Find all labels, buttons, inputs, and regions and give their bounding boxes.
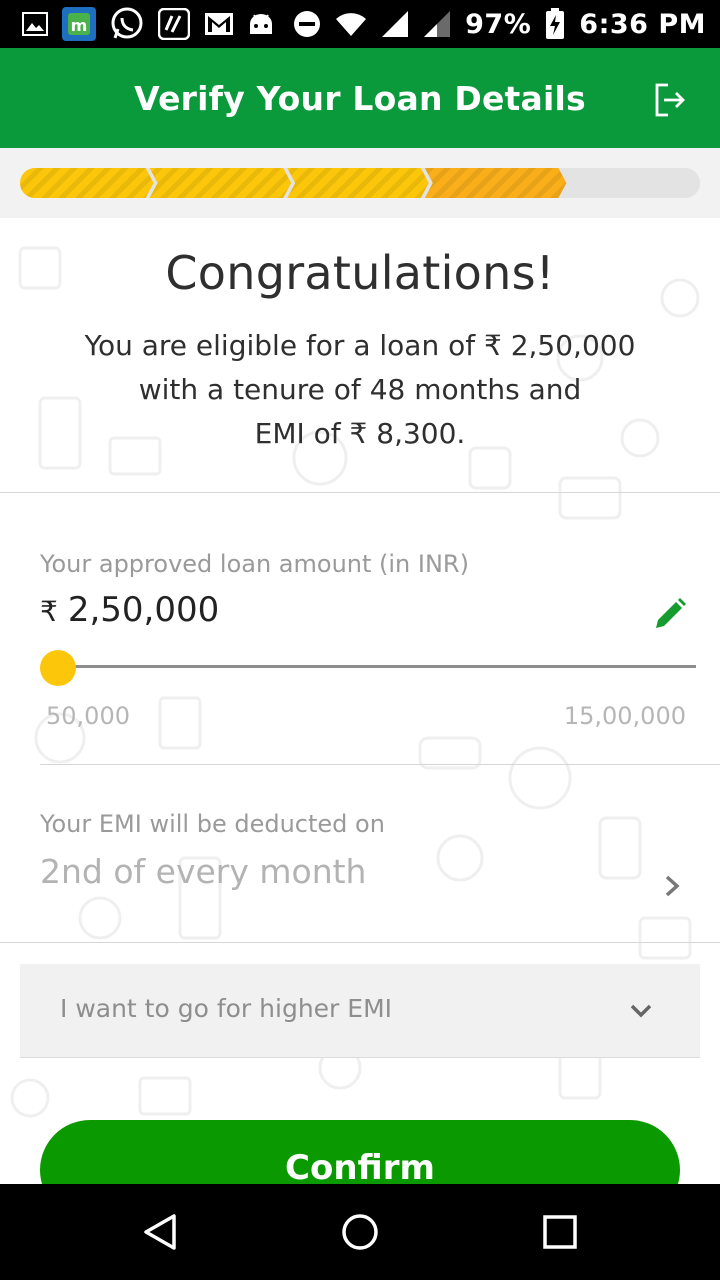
clock: 6:36 PM <box>579 8 706 40</box>
progress-steps <box>20 168 700 198</box>
main-content: Congratulations! You are eligible for a … <box>0 218 720 1184</box>
emi-date-value: 2nd of every month <box>40 852 367 891</box>
loan-amount-number: 2,50,000 <box>67 590 220 630</box>
signal-icon <box>381 10 409 38</box>
progress-step-5 <box>562 168 700 198</box>
loan-amount-value: ₹2,50,000 <box>40 590 219 630</box>
progress-step-stripes <box>287 168 429 198</box>
chevron-down-icon <box>630 1004 652 1018</box>
page-title: Verify Your Loan Details <box>134 78 586 118</box>
saavn-icon <box>158 8 190 40</box>
progress-step-stripes <box>20 168 154 198</box>
congratulations-heading: Congratulations! <box>165 246 555 300</box>
dnd-icon <box>293 10 321 38</box>
logout-button[interactable] <box>652 80 688 120</box>
chevron-right-icon <box>665 875 680 897</box>
rupee-icon: ₹ <box>40 595 58 628</box>
confirm-button-label: Confirm <box>285 1148 435 1184</box>
notification-icons: m <box>22 7 274 41</box>
system-status: 97% 6:36 PM <box>293 8 706 40</box>
signal-weak-icon <box>423 10 451 38</box>
wifi-icon <box>335 11 367 37</box>
progress-step-stripes <box>424 168 567 198</box>
battery-percent: 97% <box>465 8 532 40</box>
battery-charging-icon <box>545 8 565 40</box>
emi-date-label: Your EMI will be deducted on <box>40 810 385 838</box>
edit-loan-amount-button[interactable] <box>652 596 688 632</box>
status-bar: m 97% 6:36 PM <box>0 0 720 48</box>
back-icon <box>144 1214 176 1250</box>
home-icon <box>342 1214 378 1250</box>
progress-step-stripes <box>149 168 292 198</box>
navigation-bar <box>0 1184 720 1280</box>
back-button[interactable] <box>140 1212 180 1252</box>
loan-amount-slider[interactable] <box>40 650 696 686</box>
recents-button[interactable] <box>540 1212 580 1252</box>
eligibility-message: You are eligible for a loan of ₹ 2,50,00… <box>60 324 660 456</box>
gmail-icon <box>204 12 234 36</box>
logout-icon <box>655 83 685 117</box>
slider-thumb[interactable] <box>40 650 76 686</box>
higher-emi-dropdown[interactable]: I want to go for higher EMI <box>20 964 700 1058</box>
gallery-icon <box>22 12 48 36</box>
m-app-icon: m <box>62 7 96 41</box>
divider <box>0 492 720 493</box>
progress-strip <box>0 148 720 218</box>
home-button[interactable] <box>340 1212 380 1252</box>
divider <box>40 764 720 765</box>
eligibility-line-3: EMI of ₹ 8,300. <box>254 417 466 450</box>
eligibility-line-1: You are eligible for a loan of ₹ 2,50,00… <box>84 329 636 362</box>
whatsapp-icon <box>110 7 144 41</box>
divider <box>0 942 720 943</box>
step-progress-bar <box>20 168 700 198</box>
slider-track[interactable] <box>58 665 696 668</box>
loan-amount-label: Your approved loan amount (in INR) <box>40 550 469 578</box>
app-bar: Verify Your Loan Details <box>0 48 720 148</box>
eligibility-line-2: with a tenure of 48 months and <box>138 373 582 406</box>
svg-text:m: m <box>71 16 88 35</box>
confirm-button[interactable]: Confirm <box>40 1120 680 1184</box>
pencil-icon <box>656 598 686 628</box>
recents-icon <box>543 1215 577 1249</box>
slider-max-label: 15,00,000 <box>563 702 686 730</box>
higher-emi-label: I want to go for higher EMI <box>60 994 393 1023</box>
android-icon <box>248 12 274 36</box>
slider-min-label: 50,000 <box>46 702 130 730</box>
